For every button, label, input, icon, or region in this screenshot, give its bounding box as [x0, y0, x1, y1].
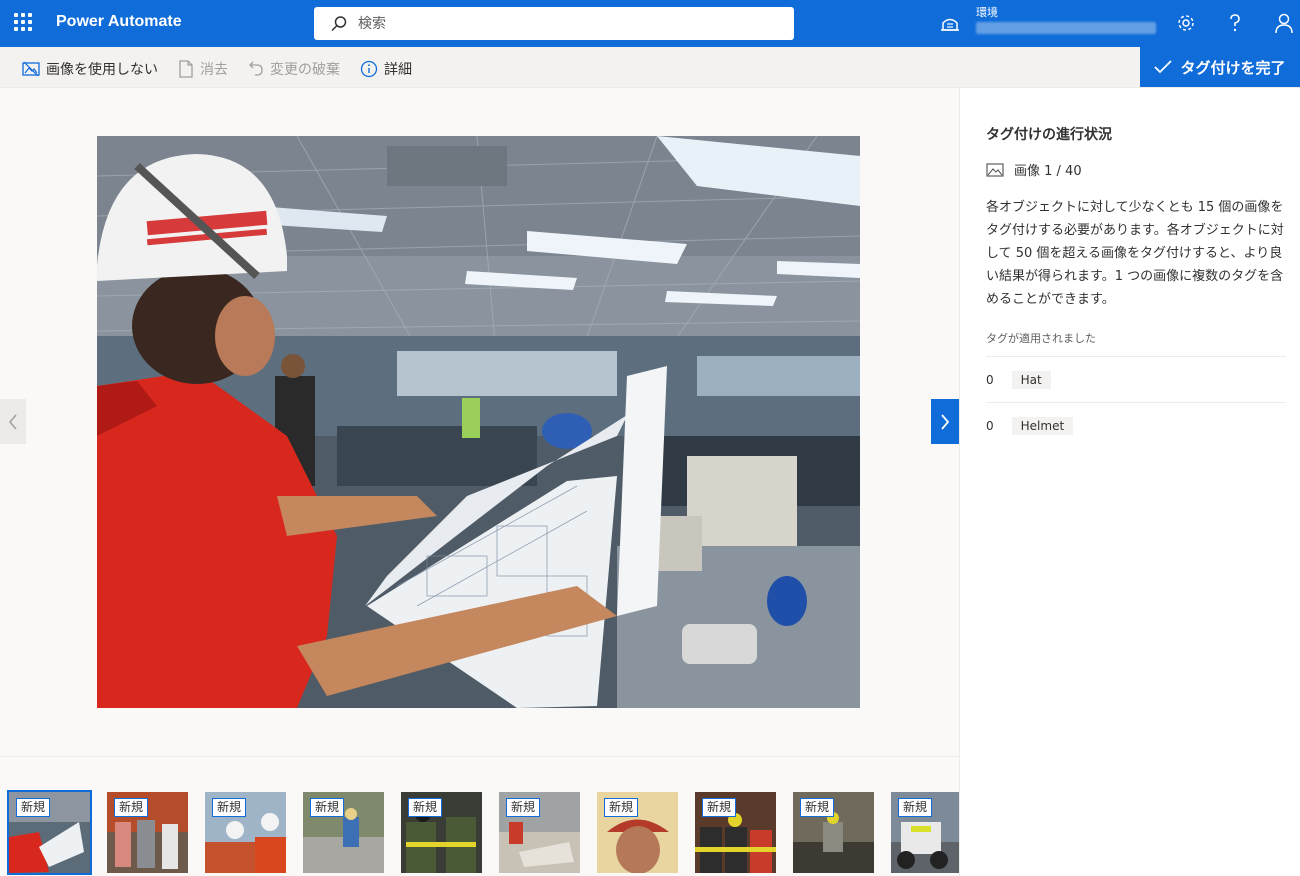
tagging-progress-panel: タグ付けの進行状況 画像 1 / 40 各オブジェクトに対して少なくとも 15 … — [959, 88, 1300, 876]
image-counter-text: 画像 1 / 40 — [1014, 164, 1082, 179]
panel-title: タグ付けの進行状況 — [986, 127, 1112, 143]
discard-changes-label: 変更の破棄 — [270, 62, 340, 78]
thumbnail-9[interactable]: 新規 — [793, 792, 874, 873]
finish-tagging-button[interactable]: タグ付けを完了 — [1140, 47, 1300, 87]
new-badge: 新規 — [702, 798, 737, 817]
tag-row-helmet[interactable]: 0 Helmet — [986, 402, 1286, 448]
environment-label: 環境 — [976, 6, 998, 19]
no-image-icon — [22, 61, 40, 77]
thumbnail-2[interactable]: 新規 — [107, 792, 188, 873]
app-title[interactable]: Power Automate — [56, 13, 182, 31]
search-icon — [331, 16, 347, 32]
image-stage — [0, 88, 959, 756]
thumbnail-7[interactable]: 新規 — [597, 792, 678, 873]
thumbnail-6[interactable]: 新規 — [499, 792, 580, 873]
clear-icon — [179, 60, 193, 78]
details-button[interactable]: 詳細 — [360, 59, 412, 79]
new-badge: 新規 — [16, 798, 51, 817]
waffle-icon[interactable] — [12, 11, 34, 33]
new-badge: 新規 — [310, 798, 345, 817]
thumbnail-3[interactable]: 新規 — [205, 792, 286, 873]
details-label: 詳細 — [384, 62, 412, 78]
thumbnail-4[interactable]: 新規 — [303, 792, 384, 873]
thumbnail-5[interactable]: 新規 — [401, 792, 482, 873]
image-counter: 画像 1 / 40 — [986, 160, 1082, 179]
main-image[interactable] — [97, 136, 860, 708]
tag-chip-helmet[interactable]: Helmet — [1011, 416, 1074, 435]
search-input[interactable] — [358, 13, 778, 34]
info-icon — [360, 60, 378, 78]
no-image-button[interactable]: 画像を使用しない — [22, 59, 158, 79]
new-badge: 新規 — [212, 798, 247, 817]
checkmark-icon — [1154, 60, 1173, 74]
new-badge: 新規 — [114, 798, 149, 817]
tag-count: 0 — [986, 418, 994, 433]
no-image-label: 画像を使用しない — [46, 62, 158, 78]
chevron-right-icon — [941, 413, 950, 430]
thumbnail-1[interactable]: 新規 — [7, 790, 92, 875]
applied-tags-label: タグが適用されました — [986, 332, 1096, 345]
tag-row-hat[interactable]: 0 Hat — [986, 356, 1286, 402]
next-image-button[interactable] — [931, 399, 959, 444]
search-box[interactable] — [314, 7, 794, 40]
settings-icon[interactable] — [1175, 12, 1197, 34]
tag-chip-hat[interactable]: Hat — [1011, 370, 1051, 389]
chevron-left-icon — [9, 414, 17, 429]
image-icon — [986, 162, 1004, 177]
new-badge: 新規 — [800, 798, 835, 817]
command-bar: 画像を使用しない 消去 変更の破棄 詳細 — [0, 47, 1300, 88]
new-badge: 新規 — [604, 798, 639, 817]
new-badge: 新規 — [506, 798, 541, 817]
new-badge: 新規 — [898, 798, 933, 817]
thumbnail-10[interactable]: 新規 — [891, 792, 959, 873]
clear-button[interactable]: 消去 — [178, 59, 228, 79]
tag-count: 0 — [986, 372, 994, 387]
finish-tagging-label: タグ付けを完了 — [1180, 58, 1286, 77]
thumbnail-8[interactable]: 新規 — [695, 792, 776, 873]
new-badge: 新規 — [408, 798, 443, 817]
environment-icon[interactable] — [940, 14, 960, 34]
previous-image-button[interactable] — [0, 399, 26, 444]
environment-value[interactable] — [976, 22, 1156, 34]
undo-icon — [249, 61, 263, 76]
tagging-instructions: 各オブジェクトに対して少なくとも 15 個の画像をタグ付けする必要があります。各… — [986, 200, 1284, 307]
top-bar: Power Automate 環境 — [0, 0, 1300, 47]
account-icon[interactable] — [1273, 12, 1295, 34]
help-icon[interactable] — [1224, 12, 1246, 34]
discard-changes-button[interactable]: 変更の破棄 — [248, 59, 340, 79]
clear-label: 消去 — [200, 62, 228, 78]
thumbnail-strip: 新規 新規 新規 新規 新規 新規 新規 新規 新規 新規 — [0, 756, 959, 876]
